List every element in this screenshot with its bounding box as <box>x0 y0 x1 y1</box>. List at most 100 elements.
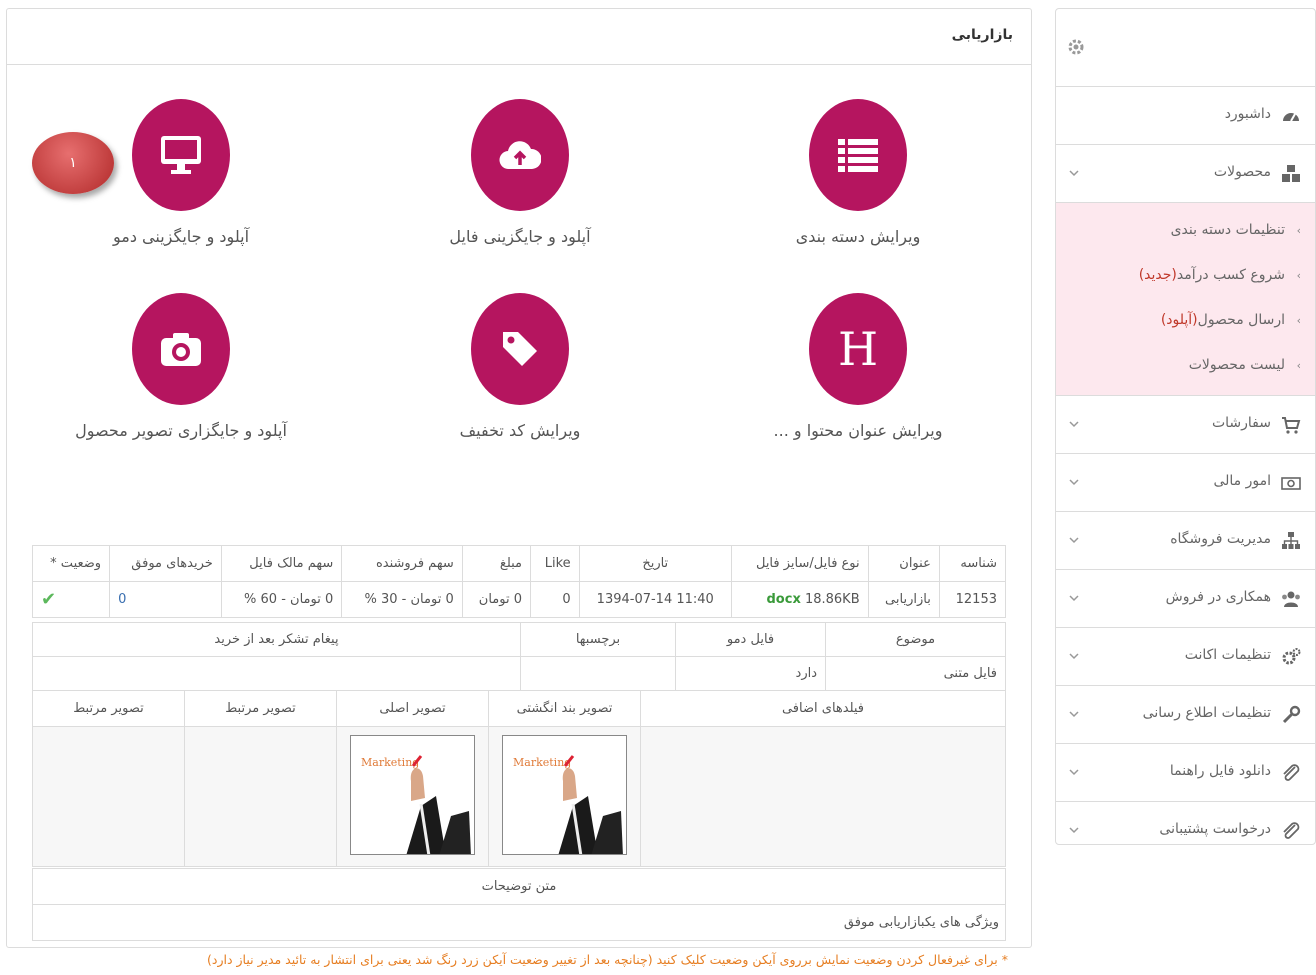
tile-upload-product-image[interactable]: آپلود و جایگزاری تصویر محصول <box>51 293 311 473</box>
column-header: فیلدهای اضافی <box>640 690 1006 727</box>
cell-status[interactable]: ✔ <box>31 581 111 618</box>
column-header: فایل دمو <box>675 622 826 657</box>
column-header: برچسبها <box>520 622 676 657</box>
tile-circle <box>132 293 230 405</box>
tile-circle <box>471 293 569 405</box>
sidebar-item-notification-settings[interactable]: تنظیمات اطلاع رسانی <box>1056 686 1315 744</box>
sidebar-item-orders[interactable]: سفارشات <box>1056 396 1315 454</box>
chevron-down-icon <box>1069 537 1079 544</box>
tile-edit-category[interactable]: ویرایش دسته بندی <box>728 99 988 279</box>
tile-edit-discount-code[interactable]: ویرایش کد تخفیف <box>390 293 650 473</box>
submenu-item-category-settings[interactable]: › تنظیمات دسته بندی <box>1056 209 1315 254</box>
sidebar-item-support-request[interactable]: درخواست پشتیبانی <box>1056 802 1315 844</box>
description-row: ویژگی های یکبازاریابی موفق <box>32 904 1006 941</box>
column-header: تصویر بند انگشتی <box>488 690 641 727</box>
column-header: شناسه <box>938 545 1007 582</box>
dashboard-icon <box>1283 113 1299 122</box>
tile-label: ویرایش عنوان محتوا و ... <box>773 421 943 440</box>
sidebar-item-finance[interactable]: امور مالی <box>1056 454 1315 512</box>
list-icon <box>838 139 878 172</box>
main-image[interactable]: Marketing <box>350 734 475 855</box>
sidebar: داشبورد محصولات › تنظیمات دسته بندی › شر… <box>1055 8 1316 845</box>
column-header: خریدهای موفق <box>109 545 222 582</box>
sidebar-item-affiliate[interactable]: همکاری در فروش <box>1056 570 1315 628</box>
column-header: متن توضیحات <box>32 868 1006 905</box>
cell-related-image <box>184 726 337 867</box>
panel-header: بازاریابی <box>7 9 1031 65</box>
images-header-row: فیلدهای اضافی تصویر بند انگشتی تصویر اصل… <box>32 690 1006 727</box>
tile-label: آپلود و جایگزینی دمو <box>112 227 250 246</box>
users-icon <box>1282 591 1300 607</box>
camera-icon <box>161 333 201 366</box>
cart-icon <box>1282 417 1301 434</box>
column-header: تصویر مرتبط <box>32 690 185 727</box>
table-row: 12153 بازاریابی docx 18.86KB 1394-07-14 … <box>31 581 1007 618</box>
sidebar-item-label: امور مالی <box>1213 473 1271 489</box>
marketing-illustration <box>558 754 623 854</box>
sidebar-item-account-settings[interactable]: تنظیمات اکانت <box>1056 628 1315 686</box>
thumbnail-image[interactable]: Marketing <box>502 734 627 855</box>
column-header: مبلغ <box>461 545 532 582</box>
submenu-item-product-list[interactable]: › لیست محصولات <box>1056 344 1315 389</box>
header-icon: H <box>837 322 879 376</box>
sidebar-item-label: دانلود فایل راهنما <box>1169 763 1271 779</box>
cell-thumbnail: Marketing <box>488 726 641 867</box>
tile-label: آپلود و جایگزاری تصویر محصول <box>75 421 287 440</box>
cell-purchases: 0 <box>109 581 222 618</box>
sidebar-item-label: داشبورد <box>1224 106 1271 122</box>
cell-subject: فایل متنی <box>825 656 1006 691</box>
sidebar-item-dashboard[interactable]: داشبورد <box>1056 87 1315 145</box>
bullet-icon: › <box>1296 269 1301 282</box>
cubes-icon <box>1282 165 1300 182</box>
product-table: شناسه عنوان نوع فایل/سایز فایل تاریخ Lik… <box>31 545 1007 618</box>
details-header-row: موضوع فایل دمو برچسبها پیغام تشکر بعد از… <box>32 622 1006 657</box>
description-header-row: متن توضیحات <box>32 868 1006 905</box>
tile-circle <box>809 99 907 211</box>
sidebar-item-products[interactable]: محصولات <box>1056 145 1315 203</box>
column-header: سهم فروشنده <box>341 545 463 582</box>
chevron-down-icon <box>1069 827 1079 834</box>
cloud-upload-icon <box>499 141 541 170</box>
file-size: 18.86KB <box>804 592 860 607</box>
tag-icon <box>503 332 537 366</box>
desktop-icon <box>161 136 201 174</box>
cell-like: 0 <box>530 581 580 618</box>
chevron-down-icon <box>1069 653 1079 660</box>
products-submenu: › تنظیمات دسته بندی › شروع کسب درآمد(جدی… <box>1056 203 1315 396</box>
chevron-down-icon <box>1069 421 1079 428</box>
submenu-item-start-earning[interactable]: › شروع کسب درآمد(جدید) <box>1056 254 1315 299</box>
cell-tags <box>520 656 676 691</box>
gear-icon[interactable] <box>1066 37 1086 57</box>
tile-upload-file[interactable]: آپلود و جایگزینی فایل <box>390 99 650 279</box>
tile-edit-content-title[interactable]: H ویرایش عنوان محتوا و ... <box>728 293 988 473</box>
bullet-icon: › <box>1296 224 1301 237</box>
sidebar-item-download-guide[interactable]: دانلود فایل راهنما <box>1056 744 1315 802</box>
tile-circle <box>471 99 569 211</box>
images-table: فیلدهای اضافی تصویر بند انگشتی تصویر اصل… <box>32 690 1006 867</box>
chevron-down-icon <box>1069 711 1079 718</box>
cell-seller-share: 0 تومان - 30 % <box>341 581 463 618</box>
submenu-item-send-product[interactable]: › ارسال محصول(آپلود) <box>1056 299 1315 344</box>
column-header: پیغام تشکر بعد از خرید <box>32 622 521 657</box>
submenu-item-label: ارسال محصول(آپلود) <box>1160 312 1285 328</box>
marketing-illustration <box>406 754 471 854</box>
tile-label: آپلود و جایگزینی فایل <box>449 227 591 246</box>
sidebar-header <box>1056 9 1315 87</box>
sidebar-item-store-management[interactable]: مدیریت فروشگاه <box>1056 512 1315 570</box>
money-icon <box>1281 477 1301 490</box>
details-row: فایل متنی دارد <box>32 656 1006 691</box>
tile-circle <box>132 99 230 211</box>
column-header: وضعیت * <box>31 545 111 582</box>
cell-thanks-message <box>32 656 521 691</box>
gears-icon <box>1282 648 1301 665</box>
check-icon[interactable]: ✔ <box>41 589 56 610</box>
sidebar-item-label: محصولات <box>1213 164 1271 180</box>
column-header: تصویر اصلی <box>336 690 489 727</box>
wrench-icon <box>1282 705 1301 724</box>
paperclip-icon <box>1283 822 1300 839</box>
table-header-row: شناسه عنوان نوع فایل/سایز فایل تاریخ Lik… <box>31 545 1007 582</box>
page-title: بازاریابی <box>951 27 1013 43</box>
cell-owner-share: 0 تومان - 60 % <box>220 581 343 618</box>
tile-label: ویرایش دسته بندی <box>795 227 921 246</box>
cell-demo-file: دارد <box>675 656 826 691</box>
